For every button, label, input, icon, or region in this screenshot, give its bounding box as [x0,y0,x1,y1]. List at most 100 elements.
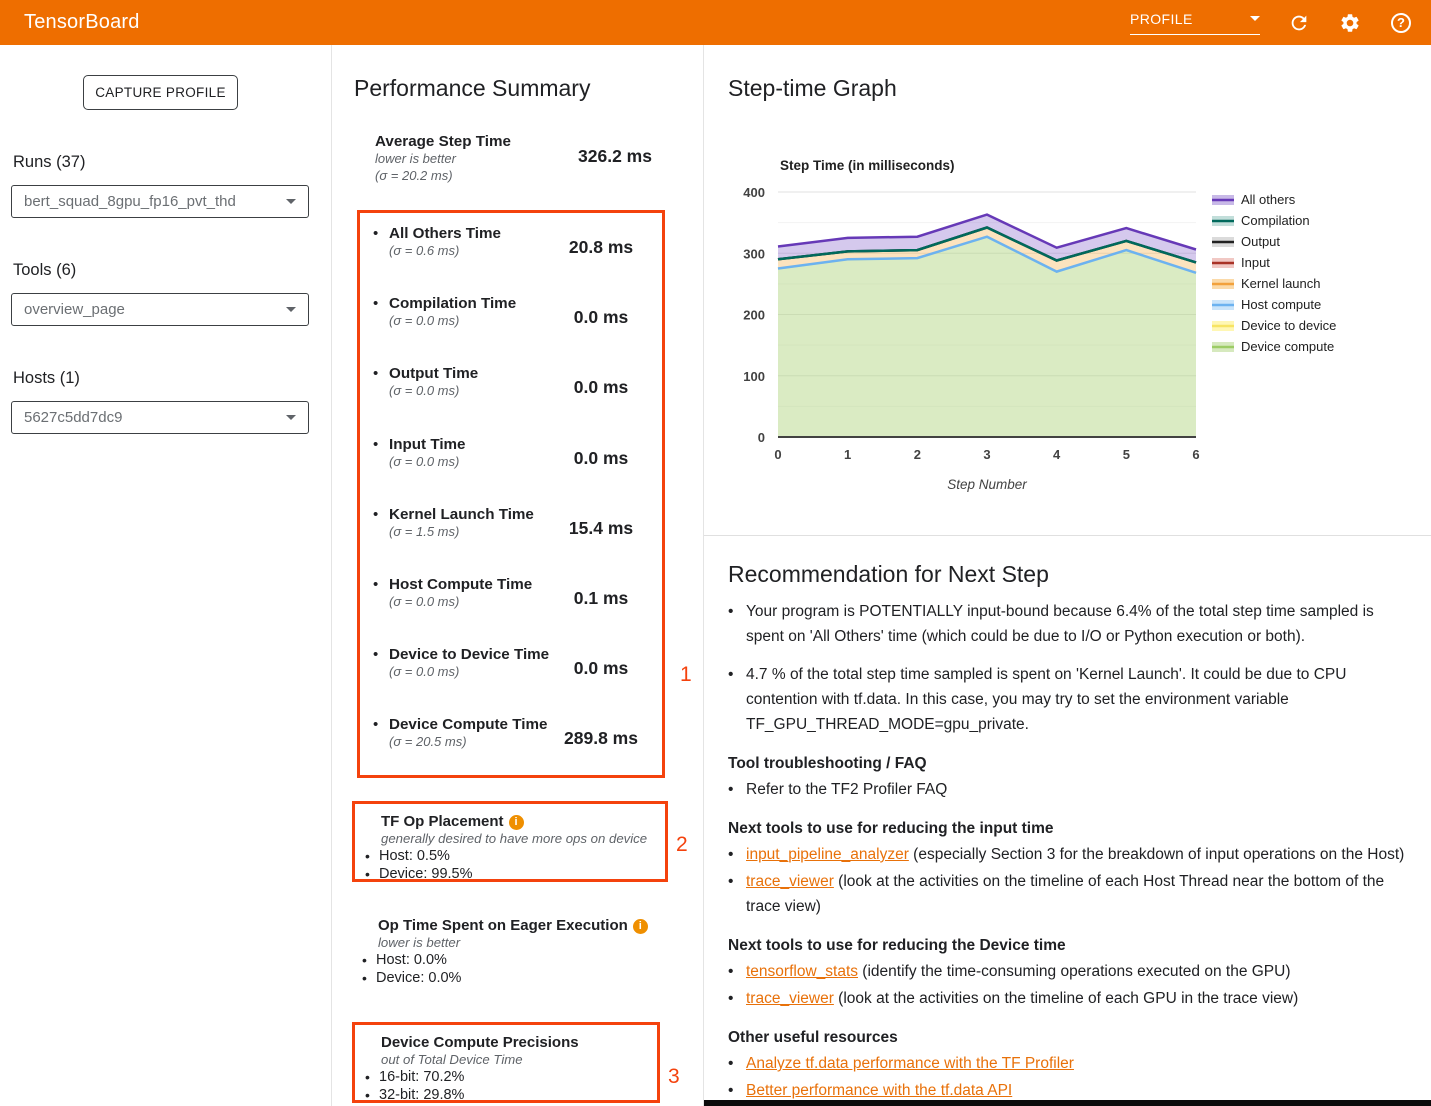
device-compute-precisions-sub: out of Total Device Time [381,1052,657,1067]
eager-execution-title: Op Time Spent on Eager Executioni [378,917,668,934]
bullet-icon: • [728,842,746,867]
legend-item: All others [1212,192,1296,207]
tools-select-value: overview_page [24,301,125,318]
tf-op-placement-device: •Device: 99.5% [365,866,665,882]
tf-op-placement-annotation-box: TF Op Placementi generally desired to ha… [352,801,668,882]
svg-text:100: 100 [743,369,765,384]
perf-item-label: Device to Device Time [389,646,549,663]
dashboard-selector-dropdown[interactable]: PROFILE [1130,11,1260,35]
recommendation-bullet: •input_pipeline_analyzer (especially Sec… [728,842,1410,867]
tf-op-placement-host: •Host: 0.5% [365,848,665,864]
step-time-graph-panel: Step-time Graph 01002003004000123456Step… [704,45,1431,1106]
bullet-icon: • [373,365,389,423]
hosts-label: Hosts (1) [13,369,80,388]
tools-label: Tools (6) [13,261,76,280]
tool-link[interactable]: tensorflow_stats [746,963,858,980]
perf-summary-item: •Host Compute Time(σ = 0.0 ms)0.1 ms [360,564,662,634]
tool-link[interactable]: Better performance with the tf.data API [746,1082,1012,1099]
legend-item: Device compute [1212,339,1334,354]
svg-text:Device compute: Device compute [1241,339,1334,354]
step-time-graph-title: Step-time Graph [728,75,897,102]
info-icon[interactable]: i [633,919,648,934]
step-time-chart-svg[interactable]: 01002003004000123456Step Time (in millis… [734,150,1424,500]
perf-item-value: 289.8 ms [542,728,660,749]
svg-text:300: 300 [743,246,765,261]
runs-label: Runs (37) [13,153,85,172]
perf-item-sigma: (σ = 1.5 ms) [389,523,534,540]
average-step-time-value: 326.2 ms [555,146,675,167]
recommendation-bullet: •tensorflow_stats (identify the time-con… [728,959,1410,984]
section-item-text: Analyze tf.data performance with the TF … [746,1051,1074,1076]
bullet-icon: • [373,295,389,353]
bullet-icon: • [728,1051,746,1076]
sidebar: CAPTURE PROFILE Runs (37) bert_squad_8gp… [0,45,331,1106]
perf-item-sigma: (σ = 0.0 ms) [389,663,549,680]
section-item-text: trace_viewer (look at the activities on … [746,869,1410,919]
perf-summary-item: •Input Time(σ = 0.0 ms)0.0 ms [360,424,662,494]
average-step-time-row: Average Step Time lower is better (σ = 2… [375,133,665,184]
recommendation-bullet: •Analyze tf.data performance with the TF… [728,1051,1410,1076]
runs-select-value: bert_squad_8gpu_fp16_pvt_thd [24,193,236,210]
device-compute-precisions-annotation-box: Device Compute Precisions out of Total D… [352,1022,660,1103]
section-item-text: tensorflow_stats (identify the time-cons… [746,959,1291,984]
settings-gear-icon[interactable] [1338,11,1362,35]
hosts-select-value: 5627c5dd7dc9 [24,409,122,426]
app-title: TensorBoard [24,11,140,34]
eager-execution-device: •Device: 0.0% [362,970,668,986]
perf-item-sigma: (σ = 0.0 ms) [389,312,516,329]
perf-summary-item: •Device Compute Time(σ = 20.5 ms)289.8 m… [360,704,662,774]
tool-link[interactable]: trace_viewer [746,873,834,890]
recommendation-bullet: •Refer to the TF2 Profiler FAQ [728,777,1410,802]
step-time-chart[interactable]: 01002003004000123456Step Time (in millis… [734,150,1424,500]
tool-link[interactable]: input_pipeline_analyzer [746,846,909,863]
svg-text:Host compute: Host compute [1241,297,1321,312]
legend-item: Input [1212,255,1270,270]
performance-summary-panel: Performance Summary Average Step Time lo… [331,45,704,1106]
bullet-icon: • [373,436,389,494]
tf-op-placement-sub: generally desired to have more ops on de… [381,831,665,846]
average-step-time-sigma: (σ = 20.2 ms) [375,167,665,184]
app-header: TensorBoard PROFILE ? [0,0,1431,45]
svg-text:Device to device: Device to device [1241,318,1336,333]
svg-text:0: 0 [758,430,765,445]
bullet-icon: • [728,959,746,984]
perf-item-value: 0.0 ms [542,448,660,469]
section-heading: Next tools to use for reducing the input… [728,820,1410,838]
svg-text:Kernel launch: Kernel launch [1241,276,1321,291]
refresh-icon[interactable] [1287,11,1311,35]
legend-item: Output [1212,234,1280,249]
tool-link[interactable]: trace_viewer [746,990,834,1007]
perf-summary-item: •All Others Time(σ = 0.6 ms)20.8 ms [360,213,662,283]
tool-link[interactable]: Analyze tf.data performance with the TF … [746,1055,1074,1072]
tools-select[interactable]: overview_page [11,293,309,326]
chevron-down-icon [286,199,296,204]
chevron-down-icon [1250,16,1260,21]
perf-item-label: All Others Time [389,225,501,242]
help-icon[interactable]: ? [1389,11,1413,35]
recommendation-bullet: •4.7 % of the total step time sampled is… [728,662,1410,737]
recommendation-body: •Your program is POTENTIALLY input-bound… [728,599,1410,1105]
bullet-icon: • [728,986,746,1011]
hosts-select[interactable]: 5627c5dd7dc9 [11,401,309,434]
perf-item-sigma: (σ = 20.5 ms) [389,733,547,750]
annotation-1: 1 [680,663,692,687]
runs-select[interactable]: bert_squad_8gpu_fp16_pvt_thd [11,185,309,218]
bullet-icon: • [373,646,389,704]
step-time-breakdown-annotation-box: •All Others Time(σ = 0.6 ms)20.8 ms•Comp… [357,210,665,778]
svg-text:Input: Input [1241,255,1270,270]
svg-text:Compilation: Compilation [1241,213,1310,228]
svg-text:All others: All others [1241,192,1296,207]
svg-text:3: 3 [983,447,990,462]
annotation-2: 2 [676,833,688,857]
perf-item-value: 20.8 ms [542,237,660,258]
annotation-3: 3 [668,1065,680,1089]
capture-profile-button[interactable]: CAPTURE PROFILE [83,75,238,110]
precision-16bit: •16-bit: 70.2% [365,1069,657,1085]
legend-item: Compilation [1212,213,1310,228]
bullet-icon: • [728,662,746,737]
perf-item-label: Host Compute Time [389,576,532,593]
info-icon[interactable]: i [509,815,524,830]
perf-item-label: Kernel Launch Time [389,506,534,523]
perf-item-label: Compilation Time [389,295,516,312]
eager-execution-sub: lower is better [378,935,668,950]
